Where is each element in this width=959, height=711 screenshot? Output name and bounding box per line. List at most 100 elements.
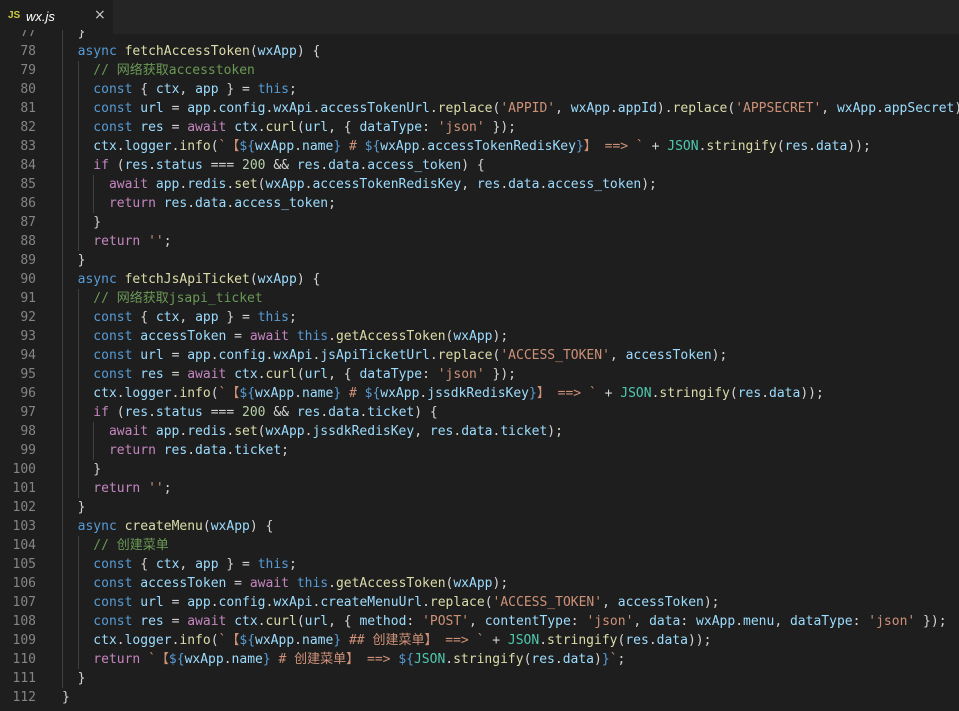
code-line[interactable]: 99 return res.data.ticket; (0, 441, 959, 460)
code-token: fetchAccessToken (124, 44, 250, 59)
code-line[interactable]: 103 async createMenu(wxApp) { (0, 517, 959, 536)
code-line[interactable]: 80 const { ctx, app } = this; (0, 80, 959, 99)
code-line[interactable]: 107 const url = app.config.wxApi.createMe… (0, 593, 959, 612)
line-number: 112 (12, 690, 36, 705)
code-line[interactable]: 92 const { ctx, app } = this; (0, 308, 959, 327)
code-token: accessTokenRedisKey (427, 139, 576, 154)
indent-guide (77, 422, 79, 441)
code-line[interactable]: 95 const res = await ctx.curl(url, { data… (0, 365, 959, 384)
code-line[interactable]: 112} (0, 688, 959, 707)
code-line[interactable]: 90 async fetchJsApiTicket(wxApp) { (0, 270, 959, 289)
code-line[interactable]: 94 const url = app.config.wxApi.jsApiTick… (0, 346, 959, 365)
code-line[interactable]: 106 const accessToken = await this.getAcc… (0, 574, 959, 593)
code-token: wxApp (453, 329, 493, 344)
code-token: . (226, 424, 235, 439)
code-editor[interactable]: 77} 78 async fetchAccessToken(wxApp) {79//… (0, 30, 959, 711)
code-line[interactable]: 81 const url = app.config.wxApi.accessTok… (0, 99, 959, 118)
code-token: } = (218, 557, 258, 572)
code-token: data (195, 196, 227, 211)
code-line[interactable]: 108 const res = await ctx.curl(url, { met… (0, 612, 959, 631)
code-token: name (302, 386, 334, 401)
indent-guide (62, 460, 63, 479)
code-token: , (179, 310, 196, 325)
code-token: status (155, 158, 203, 173)
indent-guide (77, 80, 79, 99)
line-number: 106 (12, 576, 36, 591)
indent-guide (77, 156, 79, 175)
code-token: )); (847, 139, 871, 154)
code-line[interactable]: 100} (0, 460, 959, 479)
code-token: ctx (155, 557, 180, 572)
code-token: . (422, 595, 430, 610)
code-line[interactable]: 101 return ''; (0, 479, 959, 498)
code-token: ) { (296, 44, 321, 59)
code-token: name (302, 633, 334, 648)
code-token: && (265, 405, 297, 420)
code-line[interactable]: 84 if (res.status === 200 && res.data.acc… (0, 156, 959, 175)
code-token: res (429, 424, 454, 439)
code-token: app (187, 595, 211, 610)
code-token: app (195, 82, 219, 97)
tab-wx-js[interactable]: JS wx.js × (0, 0, 114, 34)
code-line[interactable]: 102} (0, 498, 959, 517)
indent-guide (62, 384, 63, 403)
code-token: ) { (296, 272, 321, 287)
code-token: accessToken (617, 595, 704, 610)
code-line[interactable]: 79 // 网络获取accesstoken (0, 61, 959, 80)
code-line[interactable]: 86 return res.data.access_token; (0, 194, 959, 213)
code-line[interactable]: 89} (0, 251, 959, 270)
code-token: url (140, 348, 164, 363)
code-token: wxApp (255, 633, 295, 648)
code-token: ( (729, 386, 738, 401)
line-number: 83 (20, 139, 36, 154)
code-line[interactable]: 78 async fetchAccessToken(wxApp) { (0, 42, 959, 61)
code-line[interactable]: 110 return `【${wxApp.name} # 创建菜单】 ==> ${… (0, 650, 959, 669)
code-line[interactable]: 85 await app.redis.set(wxApp.accessTokenR… (0, 175, 959, 194)
code-token: ctx (234, 120, 258, 135)
code-line[interactable]: 96 ctx.logger.info(`【${wxApp.name} # ${wx… (0, 384, 959, 403)
code-text: } (62, 688, 70, 707)
code-line[interactable]: 97 if (res.status === 200 && res.data.tic… (0, 403, 959, 422)
code-line[interactable]: 98 await app.redis.set(wxApp.jssdkRedisKe… (0, 422, 959, 441)
close-icon[interactable]: × (94, 7, 106, 23)
indent-guide (77, 593, 79, 612)
code-text: return ''; (93, 479, 171, 498)
code-line[interactable]: 88 return ''; (0, 232, 959, 251)
code-token: `【 (218, 633, 240, 648)
indent-guide (77, 612, 79, 631)
indent-guide (93, 194, 95, 213)
code-line[interactable]: 104 // 创建菜单 (0, 536, 959, 555)
code-token: ctx (93, 633, 117, 648)
code-token: const (93, 576, 141, 591)
code-line[interactable]: 93 const accessToken = await this.getAcce… (0, 327, 959, 346)
code-line[interactable]: 105 const { ctx, app } = this; (0, 555, 959, 574)
line-number: 101 (12, 481, 36, 496)
code-line[interactable]: 109 ctx.logger.info(`【${wxApp.name} ## 创建… (0, 631, 959, 650)
code-text: } (78, 30, 86, 42)
code-token: ) { (414, 405, 438, 420)
code-line[interactable]: 83 ctx.logger.info(`【${wxApp.name} # ${wx… (0, 137, 959, 156)
code-token: wxApp (257, 272, 297, 287)
indent-guide (77, 650, 79, 669)
code-token: return (108, 443, 164, 458)
code-token: const (93, 595, 141, 610)
indent-guide (77, 346, 79, 365)
indent-guide (77, 232, 79, 251)
code-token: . (116, 386, 125, 401)
code-line[interactable]: 77} (0, 30, 959, 42)
code-token: } (601, 652, 610, 667)
code-token: . (453, 424, 462, 439)
code-token: . (735, 614, 744, 629)
code-token: info (179, 139, 211, 154)
indent-guide (62, 80, 63, 99)
code-line[interactable]: 111} (0, 669, 959, 688)
code-token: 'json' (586, 614, 634, 629)
code-token: const (93, 329, 141, 344)
code-token: ${ (398, 652, 414, 667)
code-token: 'APPSECRET' (735, 101, 822, 116)
code-line[interactable]: 82 const res = await ctx.curl(url, { data… (0, 118, 959, 137)
code-line[interactable]: 87} (0, 213, 959, 232)
code-token: stringify (706, 139, 777, 154)
code-line[interactable]: 91 // 网络获取jsapi_ticket (0, 289, 959, 308)
code-token: ); (954, 101, 959, 116)
